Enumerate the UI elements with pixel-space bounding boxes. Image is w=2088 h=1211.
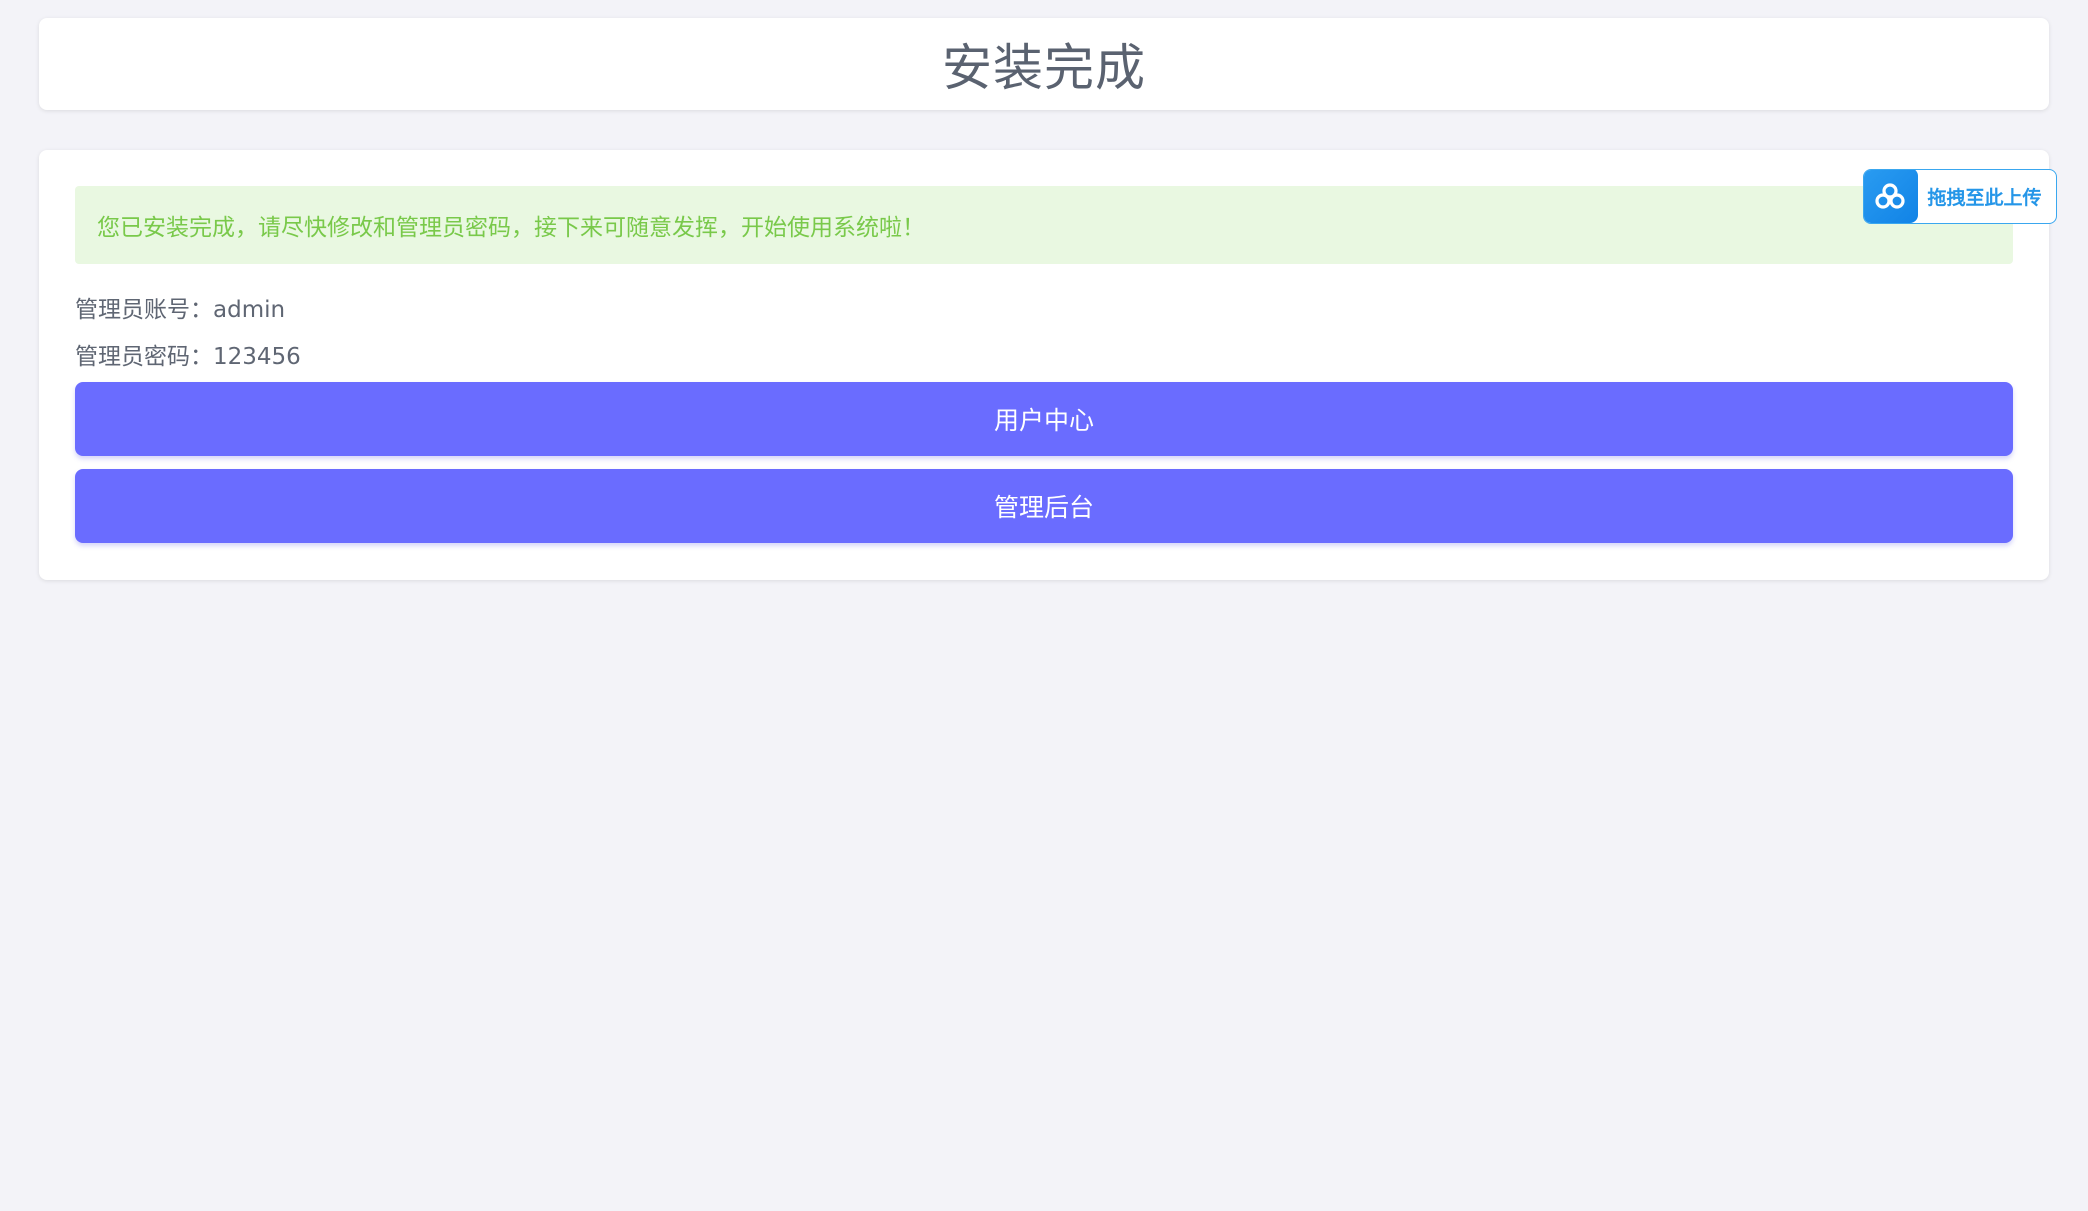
page-title: 安装完成 (942, 39, 1146, 97)
main-card: 您已安装完成，请尽快修改和管理员密码，接下来可随意发挥，开始使用系统啦！ 管理员… (39, 150, 2049, 580)
success-alert: 您已安装完成，请尽快修改和管理员密码，接下来可随意发挥，开始使用系统啦！ (75, 186, 2013, 264)
user-center-button[interactable]: 用户中心 (75, 382, 2013, 456)
page: 安装完成 您已安装完成，请尽快修改和管理员密码，接下来可随意发挥，开始使用系统啦… (0, 0, 2088, 1211)
cloud-link-icon (1864, 170, 1918, 223)
alert-text: 您已安装完成，请尽快修改和管理员密码，接下来可随意发挥，开始使用系统啦！ (97, 215, 925, 241)
admin-password-text: 管理员密码：123456 (75, 344, 301, 370)
header-card: 安装完成 (39, 18, 2049, 110)
admin-panel-button[interactable]: 管理后台 (75, 469, 2013, 543)
upload-label: 拖拽至此上传 (1927, 187, 2042, 209)
admin-account-text: 管理员账号：admin (75, 297, 286, 323)
drag-upload-widget[interactable]: 拖拽至此上传 (1863, 169, 2057, 224)
